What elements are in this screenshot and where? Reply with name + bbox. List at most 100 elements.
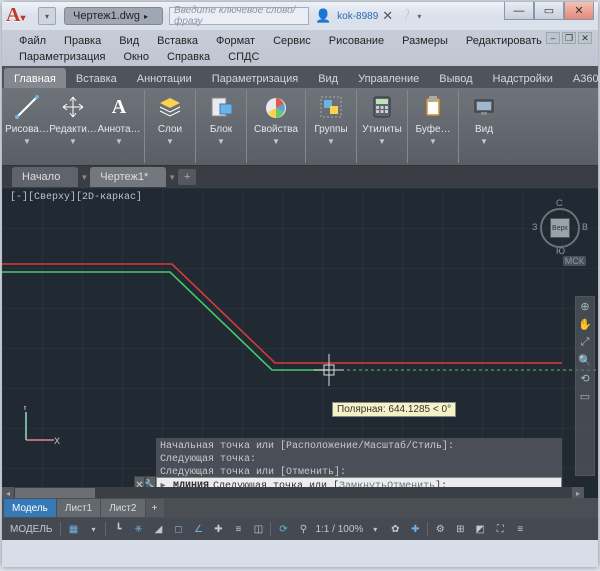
drawing-canvas[interactable]: [-][Сверху][2D-каркас] Верх С В Ю З МСК …: [2, 188, 598, 498]
statusbar: МОДЕЛЬ ▦ ▾ ┗ ✳ ◢ ◻ ∠ ✚ ≡ ◫ ⟳ ⚲ 1:1 / 100…: [2, 518, 598, 540]
ribbon-tab-home[interactable]: Главная: [4, 68, 66, 88]
svg-text:X: X: [54, 436, 60, 446]
cycling-icon[interactable]: ⟳: [275, 521, 291, 537]
viewcube-face[interactable]: Верх: [550, 218, 570, 238]
modelspace-button[interactable]: МОДЕЛЬ: [6, 521, 56, 537]
annoscale-icon[interactable]: ⚲: [295, 521, 311, 537]
username-label[interactable]: kok-8989: [337, 11, 378, 22]
annotation-panel-button[interactable]: AАннота…▼: [96, 90, 142, 148]
minimize-button[interactable]: —: [504, 2, 534, 20]
zoom-icon[interactable]: 🔍: [578, 353, 592, 367]
groups-panel-button[interactable]: Группы▼: [308, 90, 354, 148]
otrack-toggle-icon[interactable]: ∠: [190, 521, 206, 537]
layers-panel-button[interactable]: Слои▼: [147, 90, 193, 148]
ribbon-tab-output[interactable]: Вывод: [429, 68, 482, 88]
viewcube-east[interactable]: В: [582, 222, 588, 232]
viewcube-north[interactable]: С: [556, 198, 563, 208]
layout-tab-sheet2[interactable]: Лист2: [101, 499, 144, 517]
menu-edit[interactable]: Правка: [55, 32, 110, 48]
menu-insert[interactable]: Вставка: [148, 32, 207, 48]
file-tab-new[interactable]: +: [178, 169, 196, 185]
zoom-extents-icon[interactable]: ⤢: [578, 335, 592, 349]
layers-icon: [155, 92, 185, 122]
menu-format[interactable]: Формат: [207, 32, 264, 48]
menu-draw[interactable]: Рисование: [320, 32, 393, 48]
navwheel-icon[interactable]: ⊕: [578, 299, 592, 313]
navigation-bar[interactable]: ⊕ ✋ ⤢ 🔍 ⟲ ▭: [575, 296, 595, 476]
doc-minimize-button[interactable]: –: [546, 32, 560, 44]
doc-close-button[interactable]: ✕: [578, 32, 592, 44]
properties-panel-button[interactable]: Свойства▼: [249, 90, 303, 148]
menu-window[interactable]: Окно: [114, 48, 158, 64]
file-tab-strip: Начало ▼ Чертеж1* ▼ +: [2, 166, 598, 188]
orbit-icon[interactable]: ⟲: [578, 371, 592, 385]
osnap-toggle-icon[interactable]: ◻: [170, 521, 186, 537]
layout-tab-model[interactable]: Модель: [4, 499, 56, 517]
file-tab-start[interactable]: Начало: [12, 167, 78, 187]
view-panel-button[interactable]: Вид▼: [461, 90, 507, 148]
transparency-icon[interactable]: ◫: [250, 521, 266, 537]
viewcube[interactable]: Верх С В Ю З МСК: [538, 200, 582, 260]
ribbon-tab-annotate[interactable]: Аннотации: [127, 68, 202, 88]
annotation-visibility-icon[interactable]: ✚: [407, 521, 423, 537]
signin-icon[interactable]: 👤: [315, 8, 331, 24]
polar-toggle-icon[interactable]: ✳: [130, 521, 146, 537]
isolate-icon[interactable]: ◩: [472, 521, 488, 537]
dyn-input-icon[interactable]: ✚: [210, 521, 226, 537]
menu-spds[interactable]: СПДС: [219, 48, 268, 64]
cleanscreen-icon[interactable]: ⛶: [492, 521, 508, 537]
file-tab-drawing1[interactable]: Чертеж1*: [90, 167, 166, 187]
viewport-label[interactable]: [-][Сверху][2D-каркас]: [10, 192, 142, 203]
lineweight-icon[interactable]: ≡: [230, 521, 246, 537]
maximize-button[interactable]: ▭: [534, 2, 564, 20]
ribbon-tab-insert[interactable]: Вставка: [66, 68, 127, 88]
palette-icon: [261, 92, 291, 122]
menu-file[interactable]: Файл: [10, 32, 55, 48]
snap-toggle-icon[interactable]: ┗: [110, 521, 126, 537]
draw-panel-button[interactable]: Рисова…▼: [4, 90, 50, 148]
cmd-history-line: Следующая точка:: [160, 453, 558, 466]
block-panel-button[interactable]: Блок▼: [198, 90, 244, 148]
layout-tab-new[interactable]: +: [146, 499, 164, 517]
pan-icon[interactable]: ✋: [578, 317, 592, 331]
close-button[interactable]: ✕: [564, 2, 594, 20]
layout-tab-sheet1[interactable]: Лист1: [57, 499, 100, 517]
exchange-icon[interactable]: ✕: [382, 8, 393, 24]
utilities-panel-button[interactable]: Утилиты▼: [359, 90, 405, 148]
clipboard-icon: [418, 92, 448, 122]
doc-restore-button[interactable]: ❐: [562, 32, 576, 44]
menu-modify[interactable]: Редактировать: [457, 32, 551, 48]
menu-dimension[interactable]: Размеры: [393, 32, 457, 48]
viewcube-ucs[interactable]: МСК: [563, 256, 586, 266]
ribbon-tab-parametric[interactable]: Параметризация: [202, 68, 308, 88]
hardware-accel-icon[interactable]: ⊞: [452, 521, 468, 537]
ribbon-tab-manage[interactable]: Управление: [348, 68, 429, 88]
menu-tools[interactable]: Сервис: [264, 32, 320, 48]
help-search-input[interactable]: Введите ключевое слово/фразу: [169, 7, 309, 25]
ribbon-tab-view[interactable]: Вид: [308, 68, 348, 88]
scale-label[interactable]: 1:1 / 100%: [315, 521, 363, 537]
workspace-icon[interactable]: ⚙: [432, 521, 448, 537]
horizontal-scrollbar[interactable]: ◂▸: [2, 487, 584, 498]
grid-toggle-icon[interactable]: ▦: [65, 521, 81, 537]
document-title-tab[interactable]: Чертеж1.dwg▸: [64, 7, 163, 25]
showmotion-icon[interactable]: ▭: [578, 389, 592, 403]
gear-icon[interactable]: ✿: [387, 521, 403, 537]
help-icon[interactable]: ❔: [397, 8, 413, 24]
menu-help[interactable]: Справка: [158, 48, 219, 64]
titlebar: A▾ ▾ Чертеж1.dwg▸ Введите ключевое слово…: [2, 2, 598, 30]
clipboard-panel-button[interactable]: Буфе…▼: [410, 90, 456, 148]
customize-icon[interactable]: ≡: [512, 521, 528, 537]
quickaccess-dropdown[interactable]: ▾: [38, 7, 56, 25]
ribbon-tab-addins[interactable]: Надстройки: [483, 68, 563, 88]
ribbon-tab-a360[interactable]: A360: [563, 68, 600, 88]
menu-parametric[interactable]: Параметризация: [10, 48, 114, 64]
viewcube-west[interactable]: З: [532, 222, 537, 232]
block-icon: [206, 92, 236, 122]
menu-view[interactable]: Вид: [110, 32, 148, 48]
isoplane-icon[interactable]: ◢: [150, 521, 166, 537]
polar-tooltip: Полярная: 644.1285 < 0°: [332, 402, 456, 417]
viewcube-south[interactable]: Ю: [556, 246, 565, 256]
modify-panel-button[interactable]: Редакти…▼: [50, 90, 96, 148]
app-logo-icon[interactable]: A▾: [6, 5, 34, 27]
